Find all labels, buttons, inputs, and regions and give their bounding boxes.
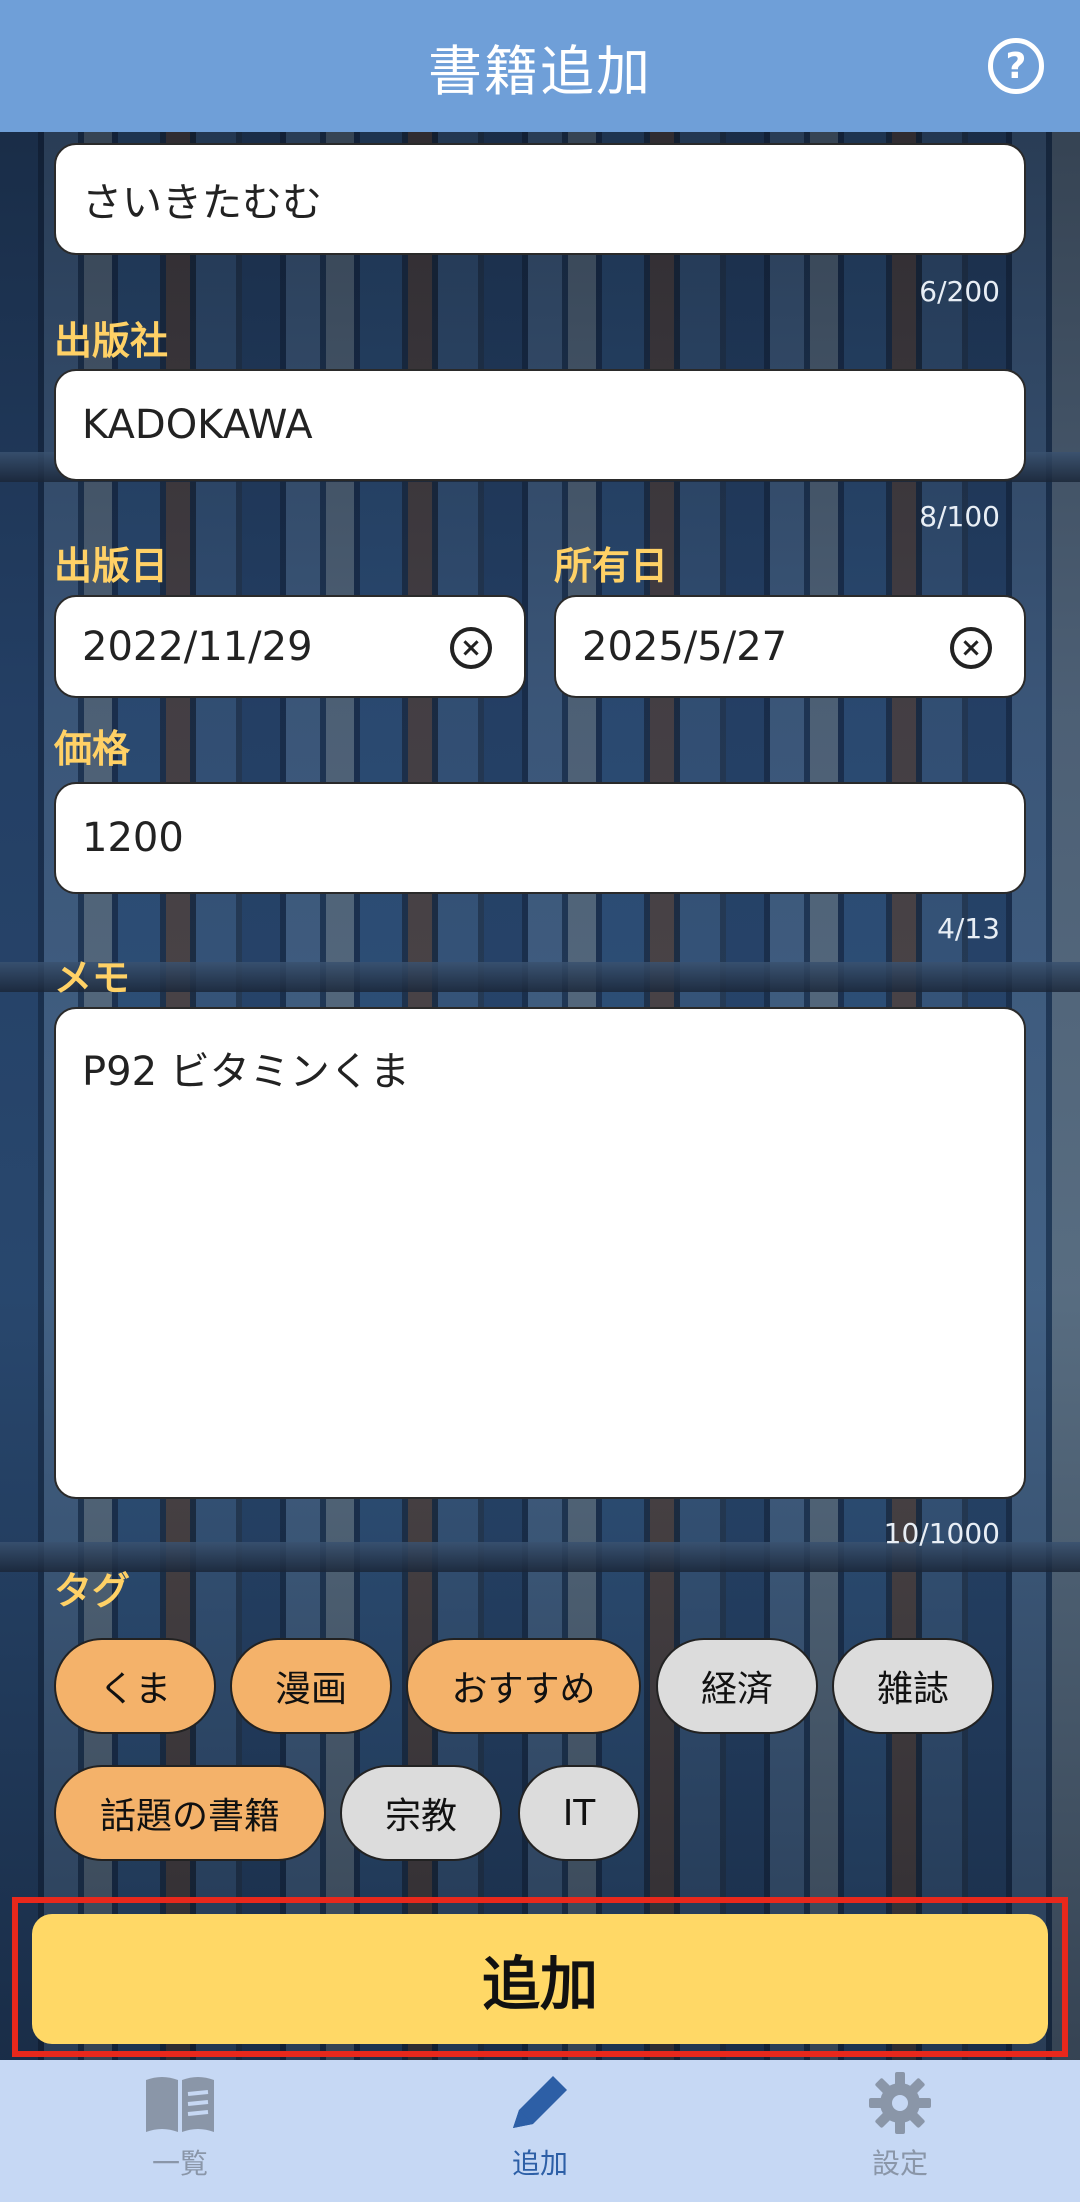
- publisher-label: 出版社: [54, 319, 169, 363]
- clear-icon[interactable]: ×: [950, 627, 992, 669]
- author-input[interactable]: さいきたむむ: [54, 143, 1026, 255]
- help-icon[interactable]: ?: [988, 38, 1044, 94]
- tag-label: 宗教: [384, 1796, 457, 1837]
- author-counter: 6/200: [919, 275, 1000, 308]
- nav-item-add[interactable]: 追加: [440, 2060, 640, 2202]
- tag-label: 話題の書籍: [99, 1796, 280, 1837]
- publish-date-value: 2022/11/29: [82, 623, 313, 670]
- app-header: 書籍追加 ?: [0, 0, 1080, 132]
- price-counter: 4/13: [937, 912, 1000, 945]
- pencil-icon: [513, 2076, 567, 2128]
- book-icon: [146, 2077, 214, 2132]
- memo-textarea[interactable]: P92 ビタミンくま: [54, 1007, 1026, 1499]
- price-label: 価格: [54, 727, 131, 771]
- nav-item-settings[interactable]: 設定: [800, 2060, 1000, 2202]
- own-date-label: 所有日: [554, 544, 669, 588]
- gear-icon: [869, 2072, 931, 2134]
- tag-chip[interactable]: くま: [54, 1638, 216, 1734]
- price-input[interactable]: 1200: [54, 782, 1026, 894]
- nav-item-list[interactable]: 一覧: [80, 2060, 280, 2202]
- publisher-counter: 8/100: [919, 500, 1000, 533]
- tag-label: IT: [562, 1792, 596, 1834]
- nav-label: 一覧: [151, 2147, 208, 2180]
- tag-chip[interactable]: 経済: [656, 1638, 818, 1734]
- memo-value: P92 ビタミンくま: [82, 1049, 410, 1095]
- bottom-nav: 一覧 追加 設定: [0, 2060, 1080, 2202]
- memo-label: メモ: [54, 956, 131, 1000]
- tags-label: タグ: [54, 1569, 131, 1613]
- nav-label: 追加: [511, 2147, 568, 2180]
- tag-label: 漫画: [274, 1669, 347, 1710]
- publisher-input[interactable]: KADOKAWA: [54, 369, 1026, 481]
- nav-label: 設定: [871, 2147, 928, 2180]
- own-date-value: 2025/5/27: [582, 623, 788, 670]
- tag-chip[interactable]: 漫画: [230, 1638, 392, 1734]
- publisher-value: KADOKAWA: [82, 402, 313, 448]
- tag-chip[interactable]: おすすめ: [406, 1638, 641, 1734]
- tag-label: 雑誌: [876, 1669, 949, 1710]
- price-value: 1200: [82, 815, 184, 861]
- tag-chip[interactable]: 宗教: [340, 1765, 502, 1861]
- page-title: 書籍追加: [428, 39, 652, 103]
- add-button-label: 追加: [481, 1950, 598, 2018]
- memo-counter: 10/1000: [883, 1517, 1000, 1550]
- tag-chip[interactable]: IT: [518, 1765, 640, 1861]
- tag-label: くま: [98, 1669, 171, 1710]
- author-value: さいきたむむ: [82, 180, 322, 226]
- clear-icon[interactable]: ×: [450, 627, 492, 669]
- tag-chip[interactable]: 話題の書籍: [54, 1765, 326, 1861]
- tag-label: 経済: [700, 1669, 773, 1710]
- tag-chip[interactable]: 雑誌: [832, 1638, 994, 1734]
- publish-date-label: 出版日: [54, 544, 169, 588]
- tag-label: おすすめ: [451, 1669, 596, 1710]
- publish-date-input[interactable]: 2022/11/29 ×: [54, 595, 526, 698]
- own-date-input[interactable]: 2025/5/27 ×: [554, 595, 1026, 698]
- add-button[interactable]: 追加: [32, 1914, 1048, 2044]
